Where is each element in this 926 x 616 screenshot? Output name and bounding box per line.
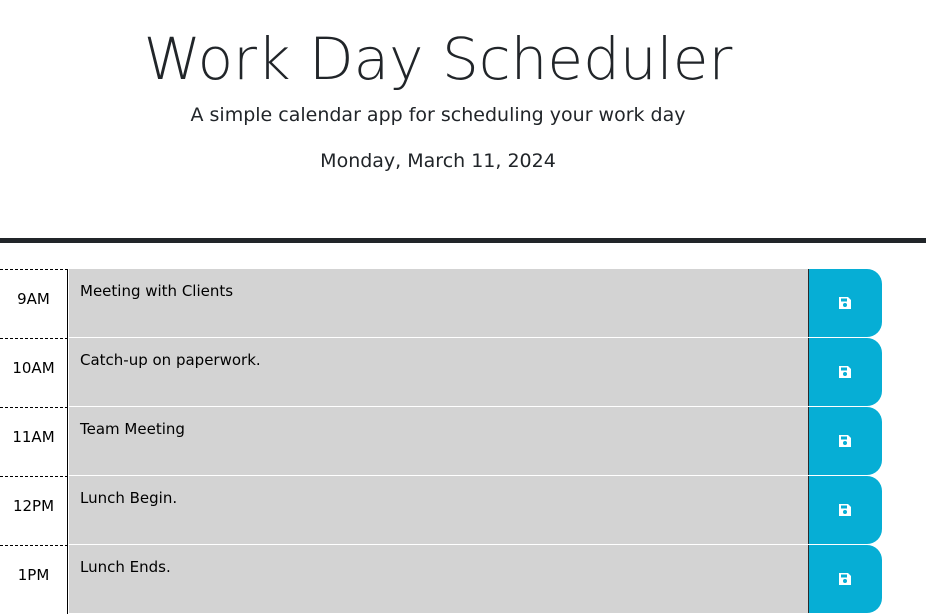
- page-title: Work Day Scheduler: [143, 25, 733, 93]
- description-textarea[interactable]: Lunch Begin.: [69, 476, 808, 545]
- save-button[interactable]: [808, 545, 882, 613]
- time-block: 9AM Meeting with Clients: [0, 269, 926, 338]
- hour-label: 12PM: [0, 476, 68, 545]
- hour-label: 1PM: [0, 545, 68, 614]
- time-block: 10AM Catch-up on paperwork.: [0, 338, 926, 407]
- current-day: Monday, March 11, 2024: [320, 150, 556, 172]
- save-button[interactable]: [808, 407, 882, 475]
- save-icon: [839, 366, 851, 378]
- description-textarea[interactable]: Lunch Ends.: [69, 545, 808, 614]
- save-button[interactable]: [808, 476, 882, 544]
- save-icon: [839, 573, 851, 585]
- hour-label: 9AM: [0, 269, 68, 338]
- page-subtitle: A simple calendar app for scheduling you…: [190, 104, 686, 126]
- time-block-list: 9AM Meeting with Clients 10AM Catch-up o…: [0, 269, 926, 614]
- save-button[interactable]: [808, 338, 882, 406]
- time-block: 11AM Team Meeting: [0, 407, 926, 476]
- save-icon: [839, 297, 851, 309]
- hour-label: 10AM: [0, 338, 68, 407]
- time-block: 12PM Lunch Begin.: [0, 476, 926, 545]
- save-button[interactable]: [808, 269, 882, 337]
- description-textarea[interactable]: Team Meeting: [69, 407, 808, 476]
- save-icon: [839, 435, 851, 447]
- hour-label: 11AM: [0, 407, 68, 476]
- time-block: 1PM Lunch Ends.: [0, 545, 926, 614]
- save-icon: [839, 504, 851, 516]
- description-textarea[interactable]: Catch-up on paperwork.: [69, 338, 808, 407]
- header: Work Day Scheduler A simple calendar app…: [0, 0, 926, 243]
- description-textarea[interactable]: Meeting with Clients: [69, 269, 808, 338]
